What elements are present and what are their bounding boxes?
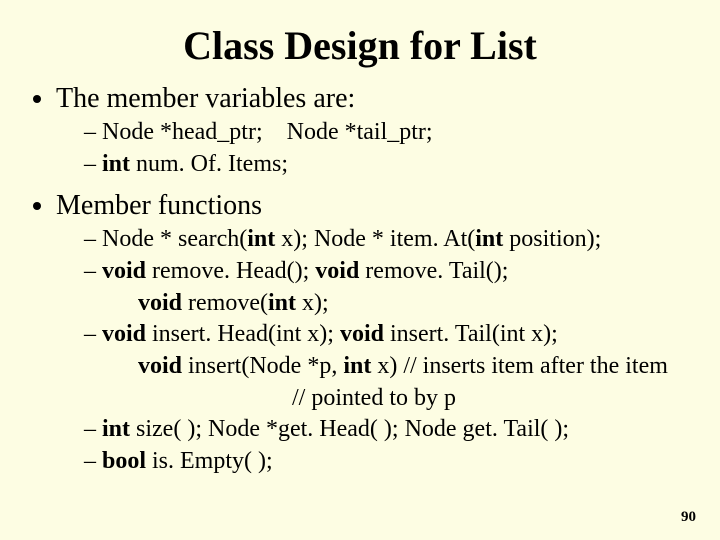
f1-b: x); Node * item. At( — [275, 226, 475, 252]
f4-rest: size( ); Node *get. Head( ); Node get. T… — [130, 416, 569, 442]
keyword-void: void — [138, 290, 182, 316]
keyword-void: void — [102, 258, 146, 284]
f1-c: position); — [503, 226, 601, 252]
slide-title: Class Design for List — [28, 22, 692, 69]
var-line-2: int num. Of. Items; — [84, 149, 692, 181]
func-line-4: int size( ); Node *get. Head( ); Node ge… — [84, 414, 692, 446]
member-vars-sublist: Node *head_ptr; Node *tail_ptr; int num.… — [56, 117, 692, 180]
keyword-void: void — [102, 321, 146, 347]
f2-b: remove. Tail(); — [359, 258, 508, 284]
bullet-member-functions: Member functions Node * search(int x); N… — [56, 190, 692, 477]
f1-a: Node * search( — [102, 226, 247, 252]
keyword-void: void — [138, 353, 182, 379]
keyword-int: int — [343, 353, 371, 379]
bullet-list-level1: The member variables are: Node *head_ptr… — [28, 83, 692, 478]
member-vars-label: The member variables are: — [56, 83, 355, 114]
var2-rest: num. Of. Items; — [130, 151, 288, 177]
bullet-member-variables: The member variables are: Node *head_ptr… — [56, 83, 692, 180]
slide: Class Design for List The member variabl… — [0, 0, 720, 540]
f3-continuation-1: void insert(Node *p, int x) // inserts i… — [102, 351, 692, 383]
f3-continuation-2: // pointed to by p — [102, 383, 692, 415]
f3c-b: x) // inserts item after the item — [371, 353, 668, 379]
f3-a: insert. Head(int x); — [146, 321, 340, 347]
member-funcs-sublist: Node * search(int x); Node * item. At(in… — [56, 224, 692, 477]
keyword-int: int — [268, 290, 296, 316]
keyword-void: void — [315, 258, 359, 284]
var1-b: Node *tail_ptr; — [287, 119, 433, 145]
f3-b: insert. Tail(int x); — [384, 321, 558, 347]
func-line-2: void remove. Head(); void remove. Tail()… — [84, 256, 692, 319]
keyword-int: int — [475, 226, 503, 252]
f5-rest: is. Empty( ); — [146, 448, 273, 474]
f2c-end: x); — [296, 290, 329, 316]
var1-a: Node *head_ptr; — [102, 119, 263, 145]
func-line-1: Node * search(int x); Node * item. At(in… — [84, 224, 692, 256]
keyword-bool: bool — [102, 448, 146, 474]
f2-continuation: void remove(int x); — [102, 288, 692, 320]
member-funcs-label: Member functions — [56, 190, 262, 221]
f2c-rest: remove( — [182, 290, 268, 316]
keyword-int: int — [247, 226, 275, 252]
keyword-void: void — [340, 321, 384, 347]
var-line-1: Node *head_ptr; Node *tail_ptr; — [84, 117, 692, 149]
func-line-5: bool is. Empty( ); — [84, 446, 692, 478]
keyword-int: int — [102, 151, 130, 177]
f3c-a: insert(Node *p, — [182, 353, 343, 379]
func-line-3: void insert. Head(int x); void insert. T… — [84, 319, 692, 414]
f2-a: remove. Head(); — [146, 258, 315, 284]
page-number: 90 — [681, 509, 696, 526]
keyword-int: int — [102, 416, 130, 442]
